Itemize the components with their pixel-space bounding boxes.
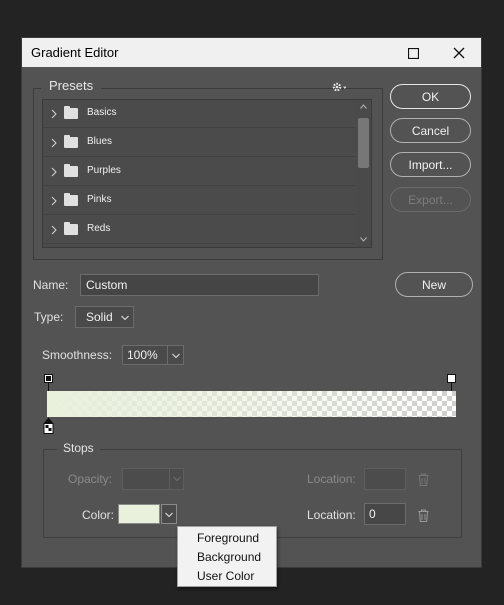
menu-item-user-color[interactable]: User Color xyxy=(179,567,275,585)
smoothness-field[interactable]: 100% xyxy=(122,345,184,365)
stop-fill xyxy=(46,376,51,381)
presets-label: Presets xyxy=(41,78,102,93)
opacity-label: Opacity: xyxy=(68,472,113,486)
name-label: Name: xyxy=(33,278,69,292)
close-icon xyxy=(453,47,465,59)
cancel-button[interactable]: Cancel xyxy=(390,118,471,143)
color-location-field[interactable]: 0 xyxy=(364,503,406,525)
title-bar: Gradient Editor xyxy=(22,38,481,67)
scroll-down-icon[interactable] xyxy=(360,237,367,242)
export-button[interactable]: Export... xyxy=(390,187,471,212)
preset-label: Reds xyxy=(87,223,111,234)
scrollbar-thumb[interactable] xyxy=(358,118,369,168)
chevron-right-icon[interactable] xyxy=(50,108,58,120)
preset-label: Basics xyxy=(87,107,117,118)
scroll-up-icon[interactable] xyxy=(360,104,367,109)
folder-icon xyxy=(64,222,78,235)
chevron-down-icon xyxy=(121,315,129,321)
presets-settings-button[interactable] xyxy=(332,80,350,94)
preset-folder-blues[interactable]: Blues xyxy=(43,129,355,157)
folder-icon xyxy=(64,106,78,119)
preset-label: Blues xyxy=(87,136,113,147)
stops-label: Stops xyxy=(57,441,100,455)
opacity-location-field[interactable] xyxy=(364,468,406,490)
color-source-menu: Foreground Background User Color xyxy=(177,526,277,587)
gear-icon xyxy=(332,82,347,92)
opacity-location-label: Location: xyxy=(307,472,356,486)
smoothness-value: 100% xyxy=(127,348,158,362)
presets-scrollbar[interactable] xyxy=(356,100,371,247)
type-label: Type: xyxy=(34,310,64,324)
ok-button[interactable]: OK xyxy=(390,84,471,109)
preset-folder-purples[interactable]: Purples xyxy=(43,158,355,186)
color-location-label: Location: xyxy=(307,508,356,522)
menu-item-background[interactable]: Background xyxy=(179,548,275,566)
chevron-right-icon[interactable] xyxy=(50,224,58,236)
trash-icon[interactable] xyxy=(418,509,429,522)
color-label: Color: xyxy=(82,508,115,522)
stop-pointer-icon xyxy=(451,383,452,391)
gradient-editor-dialog: Gradient Editor Presets Basics Blues Pur… xyxy=(21,37,482,568)
presets-list[interactable]: Basics Blues Purples Pinks Reds xyxy=(42,99,372,248)
type-select[interactable]: Solid xyxy=(75,306,134,328)
name-input[interactable]: Custom xyxy=(80,274,319,296)
preset-folder-reds[interactable]: Reds xyxy=(43,216,355,244)
color-swatch[interactable] xyxy=(118,504,160,524)
chevron-down-icon xyxy=(173,476,181,482)
chevron-right-icon[interactable] xyxy=(50,195,58,207)
folder-icon xyxy=(64,164,78,177)
divider xyxy=(167,346,168,364)
folder-icon xyxy=(64,135,78,148)
smoothness-label: Smoothness: xyxy=(42,348,113,362)
opacity-field[interactable] xyxy=(122,468,184,490)
maximize-button[interactable] xyxy=(402,42,424,64)
opacity-stop-left[interactable] xyxy=(44,374,53,383)
type-value: Solid xyxy=(86,310,113,324)
opacity-stop-right[interactable] xyxy=(447,374,456,383)
trash-icon[interactable] xyxy=(418,473,429,486)
maximize-icon xyxy=(407,47,419,59)
color-stop-left[interactable] xyxy=(43,417,54,436)
preset-folder-basics[interactable]: Basics xyxy=(43,100,355,128)
window-title: Gradient Editor xyxy=(31,45,119,60)
folder-icon xyxy=(64,193,78,206)
gradient-preview-bar[interactable] xyxy=(47,391,456,417)
stop-pointer-icon xyxy=(48,383,49,391)
close-button[interactable] xyxy=(448,42,470,64)
new-button[interactable]: New xyxy=(395,272,473,297)
color-dropdown-button[interactable] xyxy=(161,504,177,524)
preset-label: Pinks xyxy=(87,194,112,205)
color-location-value: 0 xyxy=(369,507,376,521)
chevron-right-icon[interactable] xyxy=(50,137,58,149)
chevron-down-icon xyxy=(165,512,173,518)
menu-item-foreground[interactable]: Foreground xyxy=(179,529,275,547)
divider xyxy=(169,469,170,489)
import-button[interactable]: Import... xyxy=(390,152,471,177)
preset-folder-pinks[interactable]: Pinks xyxy=(43,187,355,215)
preset-label: Purples xyxy=(87,165,121,176)
chevron-right-icon[interactable] xyxy=(50,166,58,178)
chevron-down-icon[interactable] xyxy=(172,353,180,359)
